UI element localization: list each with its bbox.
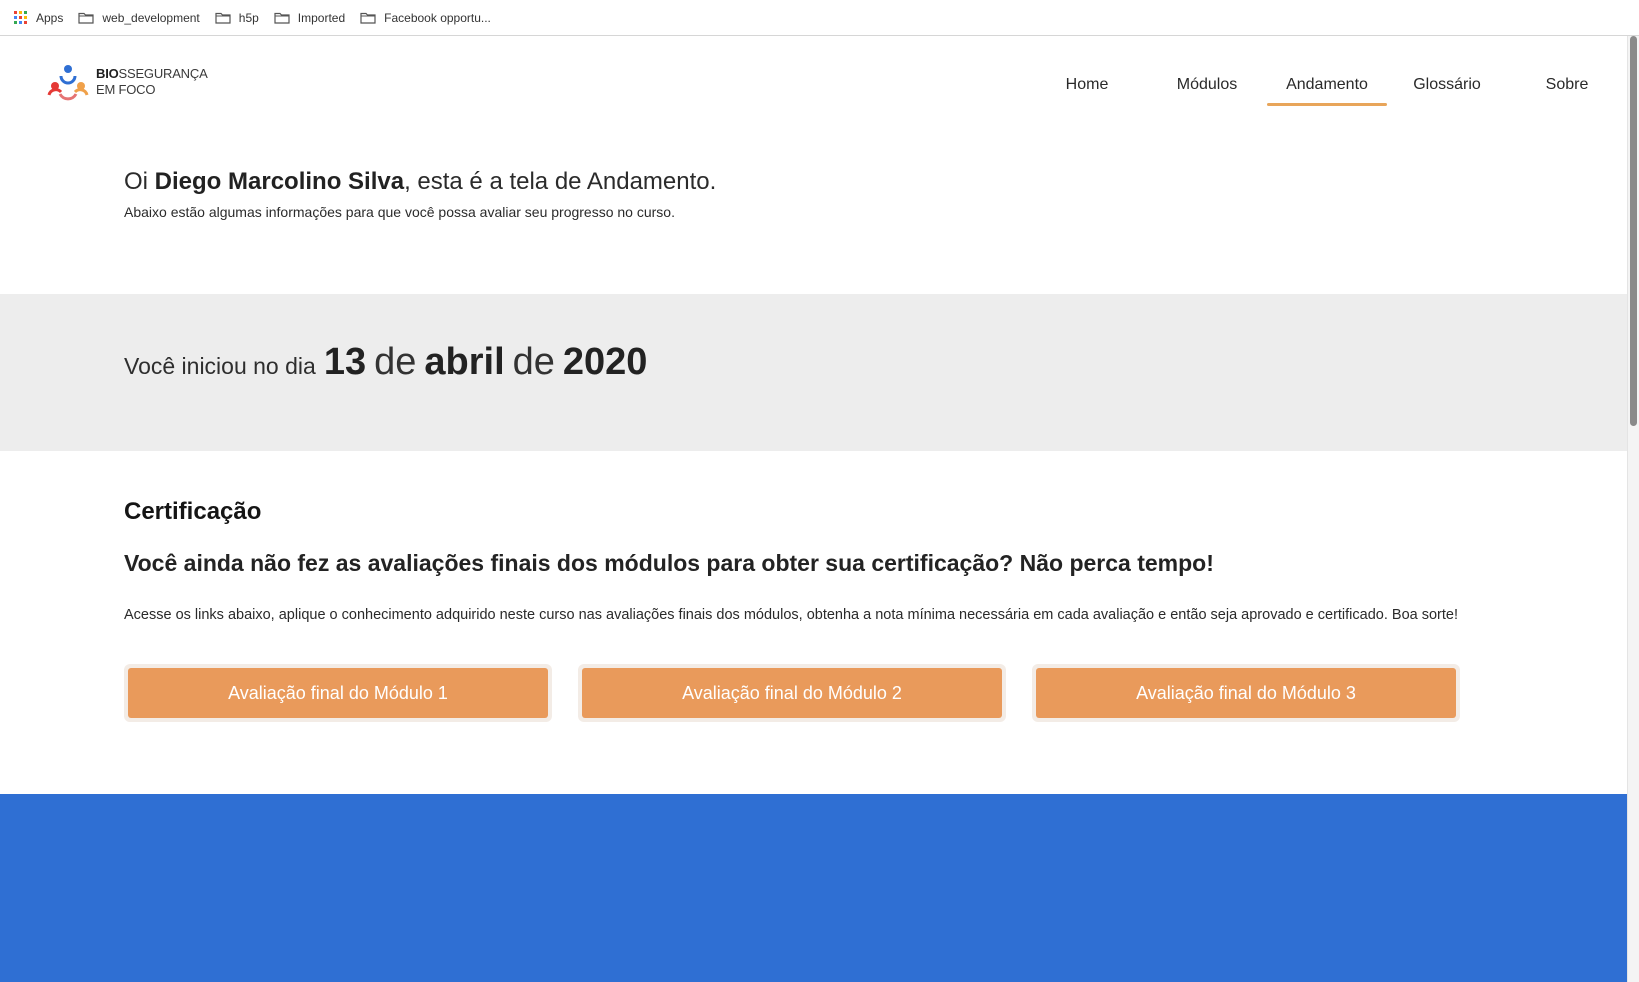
site-logo[interactable]: BIOSSEGURANÇA EM FOCO <box>46 62 208 102</box>
bookmark-facebook[interactable]: Facebook opportu... <box>360 6 491 30</box>
user-name: Diego Marcolino Silva <box>154 168 405 195</box>
greeting-prefix: Oi <box>124 168 155 195</box>
logo-line2: EM FOCO <box>96 82 156 97</box>
greeting-suffix: , esta é a tela de Andamento. <box>404 168 717 195</box>
logo-bold: BIO <box>96 66 119 81</box>
greeting-section: Oi Diego Marcolino Silva, esta é a tela … <box>124 166 716 220</box>
start-month: abril <box>424 341 505 383</box>
bookmark-label: h5p <box>238 10 259 25</box>
certification-section: Certificação Você ainda não fez as avali… <box>124 498 1604 623</box>
greeting-subtitle: Abaixo estão algumas informações para qu… <box>124 204 675 220</box>
logo-rest: SSEGURANÇA <box>118 66 208 81</box>
page-content: BIOSSEGURANÇA EM FOCO Home Módulos Andam… <box>0 36 1627 982</box>
logo-text: BIOSSEGURANÇA EM FOCO <box>96 66 208 98</box>
start-date-text: Você iniciou no dia 13 de abril de 2020 <box>124 341 655 384</box>
bookmarks-bar: Apps web_development h5p Imported Facebo… <box>0 0 1639 36</box>
start-day: 13 <box>323 341 367 383</box>
bookmark-label: web_development <box>102 10 200 25</box>
certification-title: Certificação <box>124 498 262 525</box>
page-scrollbar[interactable] <box>1627 36 1639 982</box>
evaluation-module-1-button[interactable]: Avaliação final do Módulo 1 <box>128 668 548 718</box>
folder-icon <box>360 12 376 24</box>
biosafety-logo-icon <box>47 65 89 101</box>
nav-modulos[interactable]: Módulos <box>1147 64 1267 106</box>
nav-home[interactable]: Home <box>1027 64 1147 106</box>
folder-icon <box>274 12 290 24</box>
greeting-title: Oi Diego Marcolino Silva, esta é a tela … <box>124 166 716 198</box>
certification-description: Acesse os links abaixo, aplique o conhec… <box>124 607 1458 623</box>
folder-icon <box>215 12 231 24</box>
bookmark-label: Apps <box>36 10 64 25</box>
evaluation-module-2-button[interactable]: Avaliação final do Módulo 2 <box>582 668 1002 718</box>
scrollbar-thumb[interactable] <box>1630 36 1637 426</box>
bookmark-h5p[interactable]: h5p <box>215 6 259 30</box>
start-de-2: de <box>512 341 555 383</box>
bookmark-label: Imported <box>297 10 346 25</box>
evaluation-module-3-button[interactable]: Avaliação final do Módulo 3 <box>1036 668 1456 718</box>
evaluation-button-wrap: Avaliação final do Módulo 2 <box>578 664 1006 722</box>
start-prefix: Você iniciou no dia <box>124 353 316 379</box>
bookmark-imported[interactable]: Imported <box>274 6 345 30</box>
nav-sobre[interactable]: Sobre <box>1507 64 1627 106</box>
evaluation-button-wrap: Avaliação final do Módulo 3 <box>1032 664 1460 722</box>
bookmark-label: Facebook opportu... <box>384 10 491 25</box>
evaluation-button-wrap: Avaliação final do Módulo 1 <box>124 664 552 722</box>
folder-icon <box>78 12 94 24</box>
site-header: BIOSSEGURANÇA EM FOCO Home Módulos Andam… <box>0 36 1627 136</box>
start-de-1: de <box>374 341 417 383</box>
start-date-band: Você iniciou no dia 13 de abril de 2020 <box>0 294 1627 451</box>
apps-grid-icon <box>14 11 27 24</box>
certification-headline: Você ainda não fez as avaliações finais … <box>124 550 1214 576</box>
bookmark-web-development[interactable]: web_development <box>78 6 200 30</box>
main-nav: Home Módulos Andamento Glossário Sobre <box>1027 64 1627 106</box>
start-year: 2020 <box>562 341 648 383</box>
nav-andamento[interactable]: Andamento <box>1267 64 1387 106</box>
nav-glossario[interactable]: Glossário <box>1387 64 1507 106</box>
evaluation-buttons: Avaliação final do Módulo 1 Avaliação fi… <box>124 664 1486 722</box>
footer <box>0 794 1627 982</box>
bookmark-apps[interactable]: Apps <box>14 6 63 30</box>
